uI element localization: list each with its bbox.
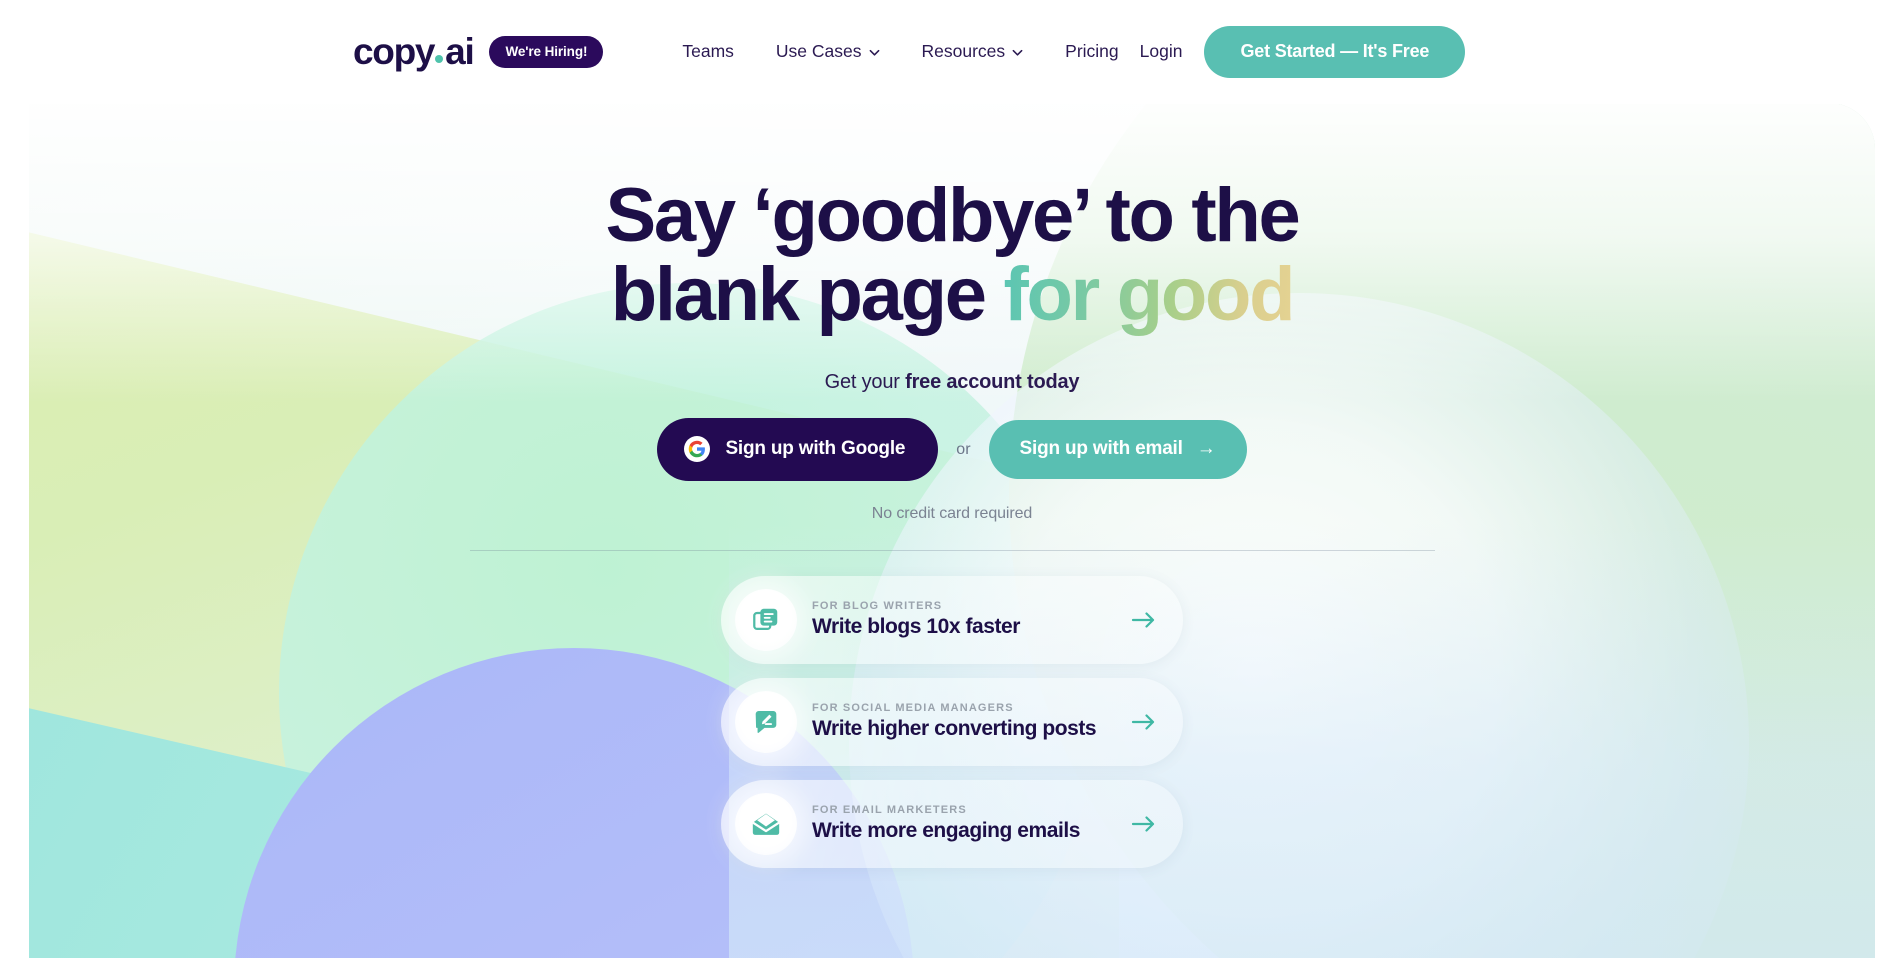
sign-up-with-email-button[interactable]: Sign up with email → bbox=[988, 420, 1247, 480]
arrow-right-icon[interactable] bbox=[1131, 709, 1157, 735]
nav-item-resources[interactable]: Resources bbox=[901, 41, 1045, 62]
copyai-logo[interactable]: copy ai bbox=[353, 31, 475, 72]
were-hiring-badge[interactable]: We're Hiring! bbox=[489, 35, 604, 68]
feature-card-title: Write higher converting posts bbox=[812, 717, 1097, 741]
header-actions: Login Get Started — It's Free bbox=[1140, 25, 1466, 78]
hero-subtitle-prefix: Get your bbox=[824, 371, 906, 394]
nav-item-label: Use Cases bbox=[775, 41, 862, 61]
nav-item-label: Resources bbox=[921, 41, 1006, 61]
nav-item-label: Teams bbox=[682, 41, 734, 61]
feature-card-text: FOR SOCIAL MEDIA MANAGERS Write higher c… bbox=[812, 702, 1097, 741]
feature-card-email-marketers[interactable]: FOR EMAIL MARKETERS Write more engaging … bbox=[721, 780, 1183, 869]
primary-navigation: Teams Use Cases Resources Pricing bbox=[661, 41, 1139, 62]
section-divider bbox=[469, 550, 1435, 552]
feature-card-title: Write blogs 10x faster bbox=[812, 615, 1020, 639]
get-started-button[interactable]: Get Started — It's Free bbox=[1204, 25, 1466, 78]
brand-block: copy ai We're Hiring! bbox=[353, 31, 604, 72]
chevron-down-icon bbox=[1012, 47, 1023, 58]
document-stack-icon bbox=[735, 589, 797, 652]
login-link[interactable]: Login bbox=[1140, 41, 1183, 62]
feature-card-eyebrow: FOR BLOG WRITERS bbox=[812, 600, 943, 613]
feature-card-eyebrow: FOR SOCIAL MEDIA MANAGERS bbox=[812, 702, 1014, 715]
arrow-right-icon[interactable] bbox=[1131, 607, 1157, 633]
feature-card-text: FOR BLOG WRITERS Write blogs 10x faster bbox=[812, 600, 1020, 639]
google-icon bbox=[684, 436, 711, 463]
sign-up-with-google-button[interactable]: Sign up with Google bbox=[657, 418, 939, 482]
feature-card-social-media-managers[interactable]: FOR SOCIAL MEDIA MANAGERS Write higher c… bbox=[721, 678, 1183, 767]
chevron-down-icon bbox=[869, 47, 880, 58]
chat-pencil-icon bbox=[735, 691, 797, 754]
feature-card-blog-writers[interactable]: FOR BLOG WRITERS Write blogs 10x faster bbox=[721, 576, 1183, 665]
feature-card-list: FOR BLOG WRITERS Write blogs 10x faster … bbox=[721, 576, 1183, 869]
arrow-right-icon[interactable] bbox=[1131, 811, 1157, 837]
nav-item-teams[interactable]: Teams bbox=[661, 41, 755, 62]
nav-item-pricing[interactable]: Pricing bbox=[1044, 41, 1140, 62]
no-credit-card-note: No credit card required bbox=[871, 505, 1033, 523]
open-envelope-icon bbox=[735, 793, 797, 856]
feature-card-text: FOR EMAIL MARKETERS Write more engaging … bbox=[812, 804, 1080, 843]
email-button-label: Sign up with email bbox=[1019, 438, 1183, 460]
or-separator: or bbox=[956, 440, 971, 458]
google-button-label: Sign up with Google bbox=[725, 438, 906, 460]
hero-subtitle: Get your free account today bbox=[825, 371, 1080, 394]
nav-item-label: Pricing bbox=[1065, 41, 1119, 61]
signup-actions: Sign up with Google or Sign up with emai… bbox=[657, 418, 1247, 482]
feature-card-eyebrow: FOR EMAIL MARKETERS bbox=[812, 804, 967, 817]
headline-highlight: for good bbox=[1003, 252, 1296, 338]
hero-subtitle-strong: free account today bbox=[905, 371, 1080, 394]
arrow-right-icon: → bbox=[1196, 438, 1216, 460]
page-title: Say ‘goodbye’ to the blank page for good bbox=[512, 176, 1392, 334]
site-header: copy ai We're Hiring! Teams Use Cases Re… bbox=[0, 0, 1904, 103]
logo-text-primary: copy bbox=[353, 31, 435, 72]
logo-dot-icon bbox=[435, 55, 444, 63]
feature-card-title: Write more engaging emails bbox=[812, 819, 1080, 843]
nav-item-use-cases[interactable]: Use Cases bbox=[755, 41, 901, 62]
logo-text-secondary: ai bbox=[445, 31, 475, 72]
